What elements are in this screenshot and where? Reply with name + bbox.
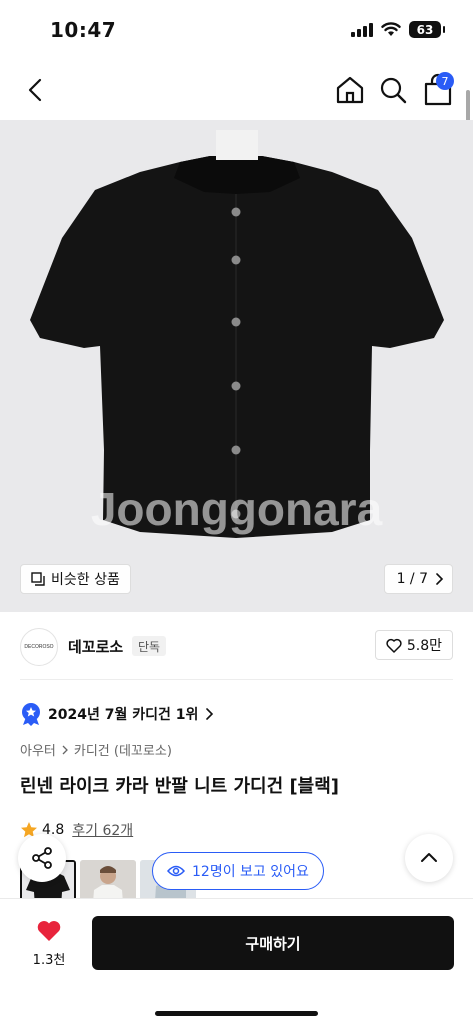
cart-count-badge: 7 xyxy=(436,72,454,90)
brand-like-count: 5.8만 xyxy=(406,638,442,654)
exclusive-badge: 단독 xyxy=(132,636,167,656)
status-bar: 10:47 63 xyxy=(0,0,473,60)
brand-row: DECOROSO 데꼬로소 단독 5.8만 xyxy=(0,622,473,678)
chevron-up-icon xyxy=(421,853,437,862)
heart-outline-icon xyxy=(386,638,402,653)
signal-icon xyxy=(351,22,373,37)
brand-name[interactable]: 데꼬로소 xyxy=(68,636,123,657)
product-image-gallery[interactable]: Joonggonara 비슷한 상품 1 / 7 xyxy=(0,120,473,612)
watermark: Joonggonara xyxy=(90,483,383,535)
home-indicator xyxy=(155,1011,318,1016)
ranking-row[interactable]: 2024년 7월 카디건 1위 xyxy=(20,702,214,726)
battery-level: 63 xyxy=(416,22,434,37)
similar-products-label: 비슷한 상품 xyxy=(51,572,120,588)
ranking-text: 2024년 7월 카디건 1위 xyxy=(48,707,199,723)
status-icons: 63 xyxy=(351,21,445,38)
reviews-link[interactable]: 후기 62개 xyxy=(72,820,133,840)
top-nav: 7 xyxy=(0,60,473,120)
battery-icon: 63 xyxy=(409,21,445,38)
heart-filled-icon xyxy=(37,921,61,941)
brand-logo-text: DECOROSO xyxy=(24,644,54,650)
chevron-right-icon xyxy=(436,573,444,585)
breadcrumb-category[interactable]: 아우터 xyxy=(20,740,56,759)
buy-button[interactable]: 구매하기 xyxy=(92,916,454,970)
scroll-to-top-button[interactable] xyxy=(405,834,453,882)
similar-products-button[interactable]: 비슷한 상품 xyxy=(20,564,131,594)
share-icon xyxy=(32,847,52,869)
wishlist-count: 1.3천 xyxy=(32,953,66,968)
award-badge-icon xyxy=(22,703,40,726)
status-time: 10:47 xyxy=(50,18,117,42)
buy-button-label: 구매하기 xyxy=(245,934,301,953)
page-counter-text: 1 / 7 xyxy=(396,571,428,587)
product-title: 린넨 라이크 카라 반팔 니트 가디건 [블랙] xyxy=(20,776,340,797)
wifi-icon xyxy=(381,22,401,36)
home-icon[interactable] xyxy=(334,74,366,106)
copy-icon xyxy=(31,572,45,586)
cart-button[interactable]: 7 xyxy=(420,72,456,108)
chevron-right-icon xyxy=(62,745,68,754)
eye-icon xyxy=(167,865,185,877)
product-photo xyxy=(30,130,444,538)
image-page-counter[interactable]: 1 / 7 xyxy=(383,564,453,594)
bottom-action-bar: 1.3천 구매하기 xyxy=(0,898,473,1024)
viewers-text: 12명이 보고 있어요 xyxy=(192,864,309,880)
share-button[interactable] xyxy=(18,834,66,882)
wishlist-button[interactable]: 1.3천 xyxy=(26,919,72,968)
breadcrumb-subcategory[interactable]: 카디건 (데꼬로소) xyxy=(74,740,172,759)
search-icon[interactable] xyxy=(377,74,409,106)
viewers-indicator: 12명이 보고 있어요 xyxy=(152,852,324,890)
brand-logo[interactable]: DECOROSO xyxy=(20,628,58,666)
chevron-right-icon xyxy=(206,708,214,720)
breadcrumb: 아우터 카디건 (데꼬로소) xyxy=(20,740,172,759)
divider xyxy=(20,679,453,680)
back-icon[interactable] xyxy=(20,74,52,106)
brand-like-button[interactable]: 5.8만 xyxy=(374,630,453,660)
